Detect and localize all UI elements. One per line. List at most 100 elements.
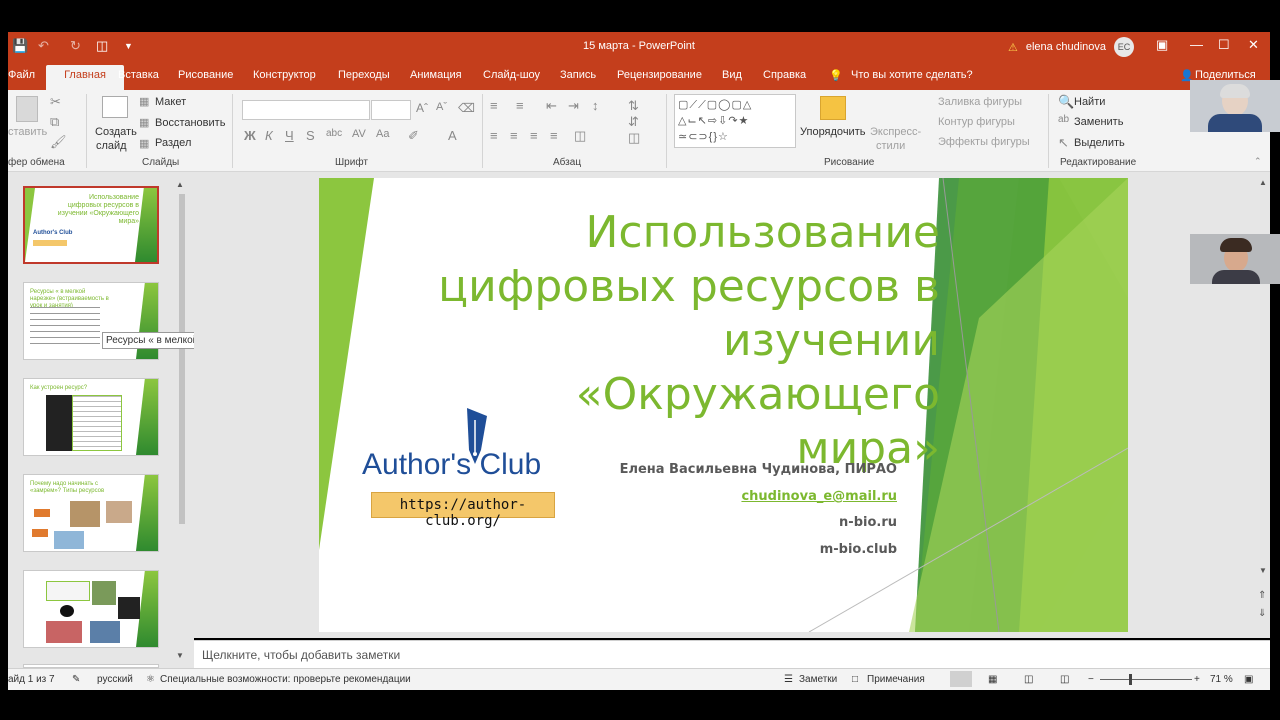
language-indicator[interactable]: русский xyxy=(97,674,133,685)
tab-record[interactable]: Запись xyxy=(560,69,596,81)
notes-button[interactable]: Заметки xyxy=(799,674,837,685)
shape-effects-button[interactable]: Эффекты фигуры xyxy=(938,136,1030,148)
clear-format-icon[interactable]: ⌫ xyxy=(458,101,475,115)
numbering-icon[interactable]: ≡ xyxy=(516,98,524,113)
align-right-icon[interactable]: ≡ xyxy=(530,128,538,143)
slide-thumbnail[interactable] xyxy=(23,570,159,648)
columns-icon[interactable]: ◫ xyxy=(574,128,586,144)
slide-sorter-icon[interactable]: ▦ xyxy=(988,674,997,685)
shapes-gallery[interactable]: ▢⟋⟋▢◯▢△ △⌙↖⇨⇩↷★ ≃⊂⊃{}☆ xyxy=(674,94,796,148)
fit-slide-icon[interactable]: ▣ xyxy=(1244,674,1253,685)
arrange-button[interactable]: Упорядочить xyxy=(800,126,865,138)
replace-button[interactable]: Заменить xyxy=(1074,116,1123,128)
increase-font-icon[interactable]: Aˆ xyxy=(416,101,428,115)
avatar[interactable]: EC xyxy=(1114,37,1134,57)
align-left-icon[interactable]: ≡ xyxy=(490,128,498,143)
tab-slideshow[interactable]: Слайд-шоу xyxy=(483,69,540,81)
bold-icon[interactable]: Ж xyxy=(244,128,256,143)
font-name-input[interactable] xyxy=(242,100,370,120)
text-direction-icon[interactable]: ⇅ xyxy=(628,98,639,114)
indent-increase-icon[interactable]: ⇥ xyxy=(568,98,579,114)
new-slide-icon[interactable] xyxy=(102,96,128,118)
notes-pane[interactable]: Щелкните, чтобы добавить заметки xyxy=(194,640,1256,668)
scroll-up-icon[interactable]: ▲ xyxy=(1259,178,1267,187)
bullets-icon[interactable]: ≡ xyxy=(490,98,498,113)
ribbon-display-icon[interactable]: ▣ xyxy=(1156,37,1168,53)
close-icon[interactable]: ✕ xyxy=(1248,37,1259,53)
copy-icon[interactable]: ⧉ xyxy=(50,114,59,130)
tab-transitions[interactable]: Переходы xyxy=(338,69,390,81)
new-slide-button[interactable]: Создать xyxy=(95,126,137,138)
prev-slide-icon[interactable]: ⇑ xyxy=(1258,590,1266,601)
indent-decrease-icon[interactable]: ⇤ xyxy=(546,98,557,114)
align-text-icon[interactable]: ⇵ xyxy=(628,114,639,130)
slide-thumbnail[interactable]: Почему надо начинать с «замрем»? Типы ре… xyxy=(23,474,159,552)
zoom-slider-handle[interactable] xyxy=(1129,674,1132,685)
tab-draw[interactable]: Рисование xyxy=(178,69,233,81)
paste-button[interactable]: ставить xyxy=(8,126,47,138)
highlight-icon[interactable]: ✐ xyxy=(408,128,419,144)
cut-icon[interactable]: ✂ xyxy=(50,94,61,110)
email-link[interactable]: chudinova_e@mail.ru xyxy=(741,489,897,504)
paste-icon[interactable] xyxy=(16,96,38,122)
current-slide[interactable]: Использование цифровых ресурсов в изучен… xyxy=(319,178,1128,632)
zoom-slider[interactable] xyxy=(1100,679,1192,680)
next-slide-icon[interactable]: ⇓ xyxy=(1258,608,1266,619)
reset-button[interactable]: Восстановить xyxy=(155,117,225,129)
strikethrough-icon[interactable]: abc xyxy=(326,128,342,139)
italic-icon[interactable]: К xyxy=(265,128,273,143)
arrange-icon[interactable] xyxy=(820,96,846,120)
smartart-icon[interactable]: ◫ xyxy=(628,130,640,146)
tell-me-search[interactable]: Что вы хотите сделать? xyxy=(851,69,973,81)
tab-view[interactable]: Вид xyxy=(722,69,742,81)
align-center-icon[interactable]: ≡ xyxy=(510,128,518,143)
zoom-in-icon[interactable]: + xyxy=(1194,674,1200,685)
accessibility-status[interactable]: Специальные возможности: проверьте реком… xyxy=(160,674,411,685)
shadow-icon[interactable]: S xyxy=(306,128,315,143)
slide-thumbnail[interactable]: Как устроен ресурс? xyxy=(23,378,159,456)
change-case-icon[interactable]: Aa xyxy=(376,128,389,140)
decrease-font-icon[interactable]: Aˇ xyxy=(436,101,447,113)
notes-scrollbar[interactable] xyxy=(1256,640,1270,668)
tab-insert[interactable]: Вставка xyxy=(118,69,159,81)
tab-review[interactable]: Рецензирование xyxy=(617,69,702,81)
reading-view-icon[interactable]: ◫ xyxy=(1024,674,1033,685)
logo-url-box[interactable]: https://author-club.org/ xyxy=(371,492,555,529)
user-area[interactable]: ⚠ elena chudinova EC xyxy=(1008,37,1134,57)
tab-help[interactable]: Справка xyxy=(763,69,806,81)
shape-fill-button[interactable]: Заливка фигуры xyxy=(938,96,1022,108)
tab-animations[interactable]: Анимация xyxy=(410,69,462,81)
shape-outline-button[interactable]: Контур фигуры xyxy=(938,116,1015,128)
tab-home[interactable]: Главная xyxy=(46,65,124,90)
new-slide-button-label-2[interactable]: слайд xyxy=(96,140,127,152)
spacing-icon[interactable]: AV xyxy=(352,128,366,140)
normal-view-icon[interactable] xyxy=(950,671,972,687)
scroll-down-icon[interactable]: ▼ xyxy=(1259,566,1267,575)
underline-icon[interactable]: Ч xyxy=(285,128,294,143)
font-color-icon[interactable]: A xyxy=(448,128,457,143)
comments-button[interactable]: Примечания xyxy=(867,674,925,685)
find-button[interactable]: Найти xyxy=(1074,96,1105,108)
line-spacing-icon[interactable]: ↕ xyxy=(592,98,599,113)
collapse-ribbon-icon[interactable]: ⌃ xyxy=(1254,156,1262,167)
maximize-icon[interactable]: ☐ xyxy=(1218,37,1230,53)
notes-placeholder[interactable]: Щелкните, чтобы добавить заметки xyxy=(202,648,400,662)
font-size-input[interactable] xyxy=(371,100,411,120)
tab-file[interactable]: Файл xyxy=(8,69,35,81)
scroll-down-icon[interactable]: ▼ xyxy=(176,651,184,660)
quick-styles-button[interactable]: Экспресс- xyxy=(870,126,921,138)
scroll-up-icon[interactable]: ▲ xyxy=(176,180,184,189)
format-painter-icon[interactable]: 🖌 xyxy=(50,134,67,150)
section-button[interactable]: Раздел xyxy=(155,137,191,149)
tab-design[interactable]: Конструктор xyxy=(253,69,316,81)
scrollbar-thumb[interactable] xyxy=(179,194,185,524)
quick-styles-button-label-2[interactable]: стили xyxy=(876,140,905,152)
layout-button[interactable]: Макет xyxy=(155,96,186,108)
slide-thumbnail[interactable]: Использование цифровых ресурсов в изучен… xyxy=(23,186,159,264)
justify-icon[interactable]: ≡ xyxy=(550,128,558,143)
select-button[interactable]: Выделить xyxy=(1074,137,1125,149)
minimize-icon[interactable]: — xyxy=(1190,37,1203,52)
zoom-out-icon[interactable]: − xyxy=(1088,674,1094,685)
zoom-level[interactable]: 71 % xyxy=(1210,674,1233,685)
slideshow-icon[interactable]: ◫ xyxy=(1060,674,1069,685)
